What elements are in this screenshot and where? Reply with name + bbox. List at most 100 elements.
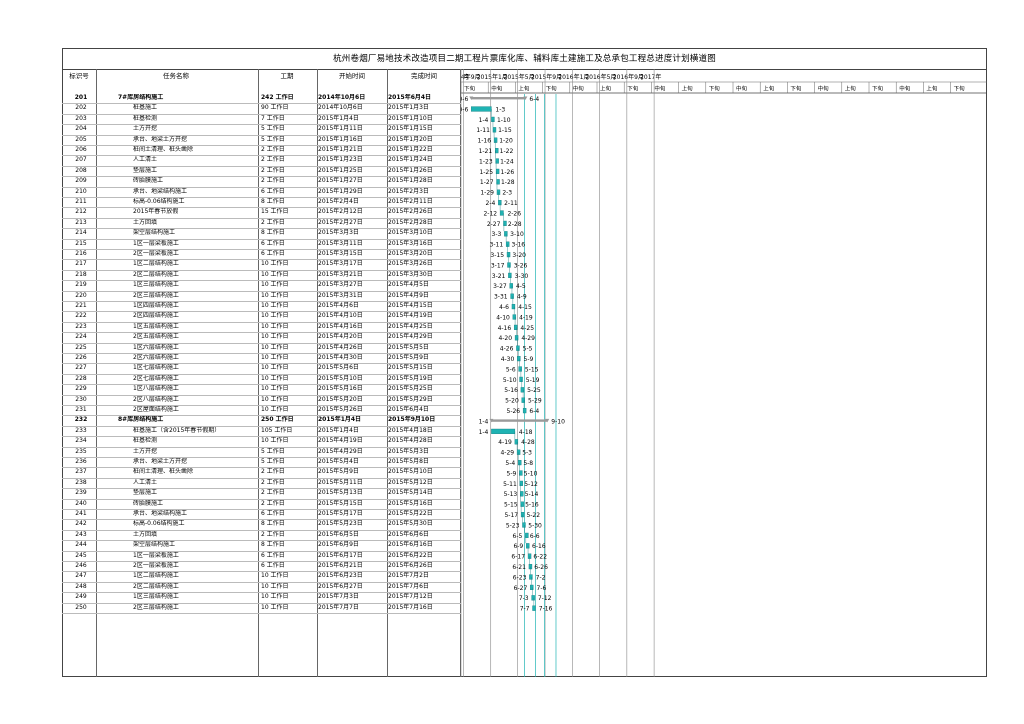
cell-id: 206	[75, 146, 87, 153]
task-end-label: 7-12	[538, 595, 552, 602]
cell-duration: 10 工作日	[261, 572, 289, 580]
cell-start: 2015年4月26日	[318, 343, 363, 351]
cell-id: 201	[74, 94, 88, 101]
task-start-label: 3-11	[490, 242, 504, 249]
cell-duration: 10 工作日	[261, 354, 289, 361]
task-start-label: 4-19	[498, 439, 512, 446]
cell-id: 220	[75, 291, 87, 299]
cell-id: 240	[75, 499, 87, 507]
task-start-label: 7-7	[520, 606, 530, 613]
task-end-label: 4-18	[519, 429, 533, 436]
cell-duration: 10 工作日	[261, 364, 289, 372]
task-end-label: 6-26	[534, 564, 548, 571]
task-start-label: 4-29	[500, 450, 514, 457]
cell-duration: 8 工作日	[261, 229, 285, 237]
cell-duration: 15 工作日	[261, 208, 289, 216]
task-end-label: 4-25	[520, 325, 534, 332]
cell-duration: 2 工作日	[261, 218, 285, 226]
cell-start: 2015年2月12日	[318, 208, 363, 216]
task-end-label: 2-3	[502, 190, 512, 197]
cell-start: 2015年1月21日	[318, 146, 363, 153]
cell-start: 2015年5月26日	[318, 406, 363, 413]
cell-start: 2015年1月11日	[318, 125, 363, 133]
cell-id: 233	[75, 426, 87, 434]
task-end-label: 1-15	[498, 127, 512, 134]
task-end-label: 5-29	[528, 398, 542, 405]
cell-end: 2015年5月9日	[388, 354, 429, 361]
timeline-period-label: 上旬	[845, 85, 857, 93]
table-row: 203 桩基检测 7 工作日 2015年1月4日 2015年1月10日	[62, 115, 461, 124]
table-row: 202 桩基施工 90 工作日 2014年10月6日 2015年1月3日	[62, 104, 461, 113]
cell-start: 2015年5月15日	[318, 499, 363, 507]
task-end-label: 4-5	[516, 283, 526, 290]
cell-duration: 6 工作日	[261, 562, 285, 569]
task-end-label: 5-14	[525, 491, 539, 498]
task-start-label: 5-13	[504, 491, 518, 498]
cell-duration: 7 工作日	[261, 114, 285, 122]
cell-end: 2015年7月2日	[388, 572, 429, 580]
cell-start: 2015年4月10日	[318, 312, 363, 320]
cell-duration: 2 工作日	[261, 177, 285, 185]
task-bar	[516, 449, 521, 455]
cell-duration: 10 工作日	[261, 281, 289, 289]
cell-start: 2015年5月9日	[318, 468, 359, 476]
task-end-label: 5-12	[524, 481, 538, 488]
cell-duration: 10 工作日	[261, 260, 289, 268]
task-end-label: 4-29	[521, 335, 535, 342]
task-start-label: 5-10	[503, 377, 517, 384]
cell-end: 2015年3月26日	[388, 260, 433, 268]
cell-duration: 10 工作日	[261, 291, 289, 299]
cell-id: 210	[75, 187, 87, 195]
cell-id: 235	[75, 447, 87, 455]
cell-id: 214	[75, 229, 87, 237]
task-bar	[512, 314, 517, 320]
table-row: 206 桩间土清理、桩头凿除 2 工作日 2015年1月21日 2015年1月22日	[62, 146, 461, 155]
cell-duration: 5 工作日	[261, 447, 285, 455]
cell-start: 2015年5月11日	[318, 478, 363, 486]
task-bar	[508, 272, 512, 279]
timeline-period-label: 中旬	[899, 85, 911, 93]
cell-start: 2015年1月25日	[318, 166, 363, 174]
col-header-id: 标识号	[69, 72, 89, 80]
cell-start: 2015年5月20日	[318, 395, 363, 403]
task-start-label: 5-23	[506, 522, 520, 529]
cell-id: 229	[75, 385, 87, 393]
cell-end: 2015年5月10日	[388, 468, 433, 476]
cell-start: 2015年6月27日	[318, 582, 363, 590]
table-row: 223 1区五层结构施工 10 工作日 2015年4月16日 2015年4月25日	[62, 323, 461, 332]
task-start-label: 5-4	[505, 460, 515, 467]
cell-duration: 6 工作日	[261, 250, 285, 257]
task-end-label: 5-5	[523, 346, 533, 353]
task-end-label: 7-16	[539, 606, 553, 613]
task-start-label: 1-25	[479, 169, 493, 176]
cell-id: 221	[75, 302, 87, 309]
cell-id: 203	[75, 114, 87, 122]
cell-end: 2015年5月25日	[388, 385, 433, 393]
task-start-label: 5-11	[503, 481, 517, 488]
cell-start: 2015年4月19日	[318, 437, 363, 445]
task-end-label: 5-30	[528, 522, 542, 529]
cell-end: 2015年4月15日	[388, 302, 433, 309]
task-start-label: 4-16	[498, 325, 512, 332]
timeline-month-label: 2017年	[640, 73, 661, 81]
cell-id: 211	[75, 198, 87, 205]
cell-start: 2015年7月7日	[318, 603, 359, 611]
cell-duration: 10 工作日	[261, 302, 289, 309]
table-row: 247 1区二层结构施工 10 工作日 2015年6月23日 2015年7月2日	[62, 572, 461, 581]
cell-end: 2015年5月22日	[388, 510, 433, 517]
cell-id: 236	[75, 458, 87, 465]
cell-duration: 5 工作日	[261, 125, 285, 133]
task-end-label: 5-25	[527, 387, 541, 394]
table-row: 209 砖胎膜施工 2 工作日 2015年1月27日 2015年1月28日	[62, 177, 461, 186]
cell-end: 2015年6月4日	[388, 406, 429, 413]
cell-start: 2015年6月21日	[318, 562, 363, 569]
cell-id: 237	[75, 468, 87, 476]
cell-end: 2015年1月28日	[388, 177, 433, 185]
table-row: 222 2区四层结构施工 10 工作日 2015年4月10日 2015年4月19日	[62, 312, 461, 321]
cell-end: 2015年6月26日	[388, 562, 433, 569]
cell-end: 2015年1月10日	[388, 114, 433, 122]
cell-id: 225	[75, 343, 87, 351]
task-start-label: 2-4	[486, 200, 496, 207]
cell-duration: 8 工作日	[261, 520, 285, 528]
task-bar	[518, 366, 522, 372]
